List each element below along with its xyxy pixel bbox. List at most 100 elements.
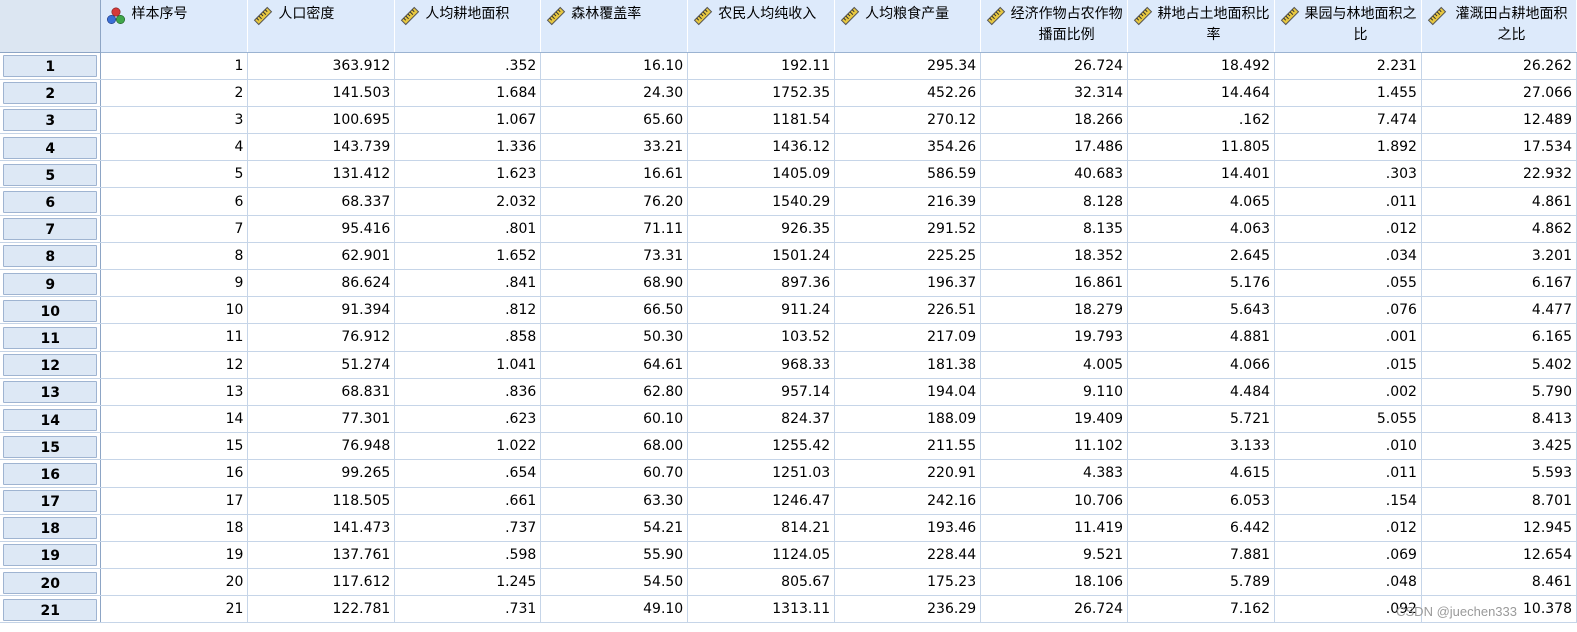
data-cell[interactable]: 1255.42 [687,432,836,461]
data-cell[interactable]: 54.50 [540,568,689,597]
data-cell[interactable]: .010 [1274,432,1422,461]
row-header[interactable]: 4 [0,133,102,162]
data-cell[interactable]: 11.805 [1127,133,1276,162]
data-cell[interactable]: .737 [394,514,542,542]
data-cell[interactable]: 18 [100,514,249,542]
data-cell[interactable]: 14.464 [1127,79,1276,107]
data-cell[interactable]: 71.11 [540,215,689,243]
data-cell[interactable]: .076 [1274,296,1422,325]
row-number[interactable]: 18 [3,517,98,540]
row-header[interactable]: 14 [0,405,102,434]
data-cell[interactable]: 54.21 [540,514,689,542]
data-cell[interactable]: 60.70 [540,459,689,488]
row-number[interactable]: 12 [3,354,98,377]
data-cell[interactable]: 4.063 [1127,215,1276,243]
data-cell[interactable]: .001 [1274,323,1422,352]
data-cell[interactable]: 68.337 [247,187,396,216]
data-cell[interactable]: 24.30 [540,79,689,107]
data-cell[interactable]: 1.652 [394,242,542,271]
column-header-7[interactable]: 经济作物占农作物播面比例 [980,0,1129,53]
row-header[interactable]: 19 [0,541,102,570]
data-cell[interactable]: 8.128 [980,187,1129,216]
data-cell[interactable]: 16 [100,459,249,488]
row-header[interactable]: 1 [0,52,102,80]
data-cell[interactable]: 1.336 [394,133,542,162]
row-header[interactable]: 18 [0,514,102,542]
data-cell[interactable]: .303 [1274,160,1422,189]
row-header[interactable]: 11 [0,323,102,352]
data-cell[interactable]: 13 [100,378,249,406]
data-cell[interactable]: 217.09 [834,323,982,352]
row-header[interactable]: 15 [0,432,102,461]
data-cell[interactable]: 11 [100,323,249,352]
data-cell[interactable]: 18.106 [980,568,1129,597]
data-cell[interactable]: 225.25 [834,242,982,271]
data-cell[interactable]: 68.831 [247,378,396,406]
row-header[interactable]: 21 [0,595,102,624]
data-cell[interactable]: 228.44 [834,541,982,570]
row-number[interactable]: 5 [3,163,98,186]
row-header[interactable]: 7 [0,215,102,243]
column-header-4[interactable]: 森林覆盖率 [540,0,689,53]
data-cell[interactable]: 805.67 [687,568,836,597]
data-cell[interactable]: 77.301 [247,405,396,434]
row-number[interactable]: 4 [3,136,98,159]
data-cell[interactable]: 64.61 [540,351,689,379]
row-number[interactable]: 13 [3,381,98,404]
data-cell[interactable]: 76.948 [247,432,396,461]
row-header[interactable]: 20 [0,568,102,597]
data-cell[interactable]: 7 [100,215,249,243]
data-cell[interactable]: 1.684 [394,79,542,107]
data-cell[interactable]: 897.36 [687,269,836,298]
data-cell[interactable]: 6 [100,187,249,216]
data-cell[interactable]: 7.162 [1127,595,1276,624]
row-number[interactable]: 3 [3,109,98,132]
data-cell[interactable]: 4.615 [1127,459,1276,488]
data-cell[interactable]: 10.378 [1421,595,1577,624]
column-header-3[interactable]: 人均耕地面积 [394,0,542,53]
data-cell[interactable]: 7.474 [1274,106,1422,135]
data-cell[interactable]: 9.110 [980,378,1129,406]
data-cell[interactable]: 6.167 [1421,269,1577,298]
column-header-9[interactable]: 果园与林地面积之比 [1274,0,1422,53]
row-header[interactable]: 10 [0,296,102,325]
data-cell[interactable]: 10.706 [980,487,1129,515]
corner-cell[interactable] [0,0,102,53]
data-cell[interactable]: 4.861 [1421,187,1577,216]
row-header[interactable]: 17 [0,487,102,515]
data-cell[interactable]: .092 [1274,595,1422,624]
data-cell[interactable]: .048 [1274,568,1422,597]
data-cell[interactable]: 5 [100,160,249,189]
data-cell[interactable]: 65.60 [540,106,689,135]
data-cell[interactable]: 18.352 [980,242,1129,271]
data-cell[interactable]: .069 [1274,541,1422,570]
data-cell[interactable]: .012 [1274,514,1422,542]
data-cell[interactable]: 143.739 [247,133,396,162]
data-cell[interactable]: 12.489 [1421,106,1577,135]
data-cell[interactable]: 18.492 [1127,52,1276,80]
row-header[interactable]: 13 [0,378,102,406]
data-cell[interactable]: 14 [100,405,249,434]
row-number[interactable]: 11 [3,326,98,349]
data-cell[interactable]: .015 [1274,351,1422,379]
data-cell[interactable]: 20 [100,568,249,597]
data-cell[interactable]: 192.11 [687,52,836,80]
data-cell[interactable]: 5.721 [1127,405,1276,434]
data-cell[interactable]: 7.881 [1127,541,1276,570]
data-cell[interactable]: 16.10 [540,52,689,80]
data-cell[interactable]: 814.21 [687,514,836,542]
data-cell[interactable]: .812 [394,296,542,325]
row-header[interactable]: 9 [0,269,102,298]
data-cell[interactable]: 270.12 [834,106,982,135]
data-cell[interactable]: 6.165 [1421,323,1577,352]
data-cell[interactable]: 5.402 [1421,351,1577,379]
data-cell[interactable]: 9.521 [980,541,1129,570]
data-cell[interactable]: .836 [394,378,542,406]
data-cell[interactable]: 11.419 [980,514,1129,542]
data-cell[interactable]: 5.790 [1421,378,1577,406]
data-cell[interactable]: .002 [1274,378,1422,406]
data-cell[interactable]: 1501.24 [687,242,836,271]
data-cell[interactable]: 118.505 [247,487,396,515]
data-cell[interactable]: 452.26 [834,79,982,107]
data-cell[interactable]: 117.612 [247,568,396,597]
